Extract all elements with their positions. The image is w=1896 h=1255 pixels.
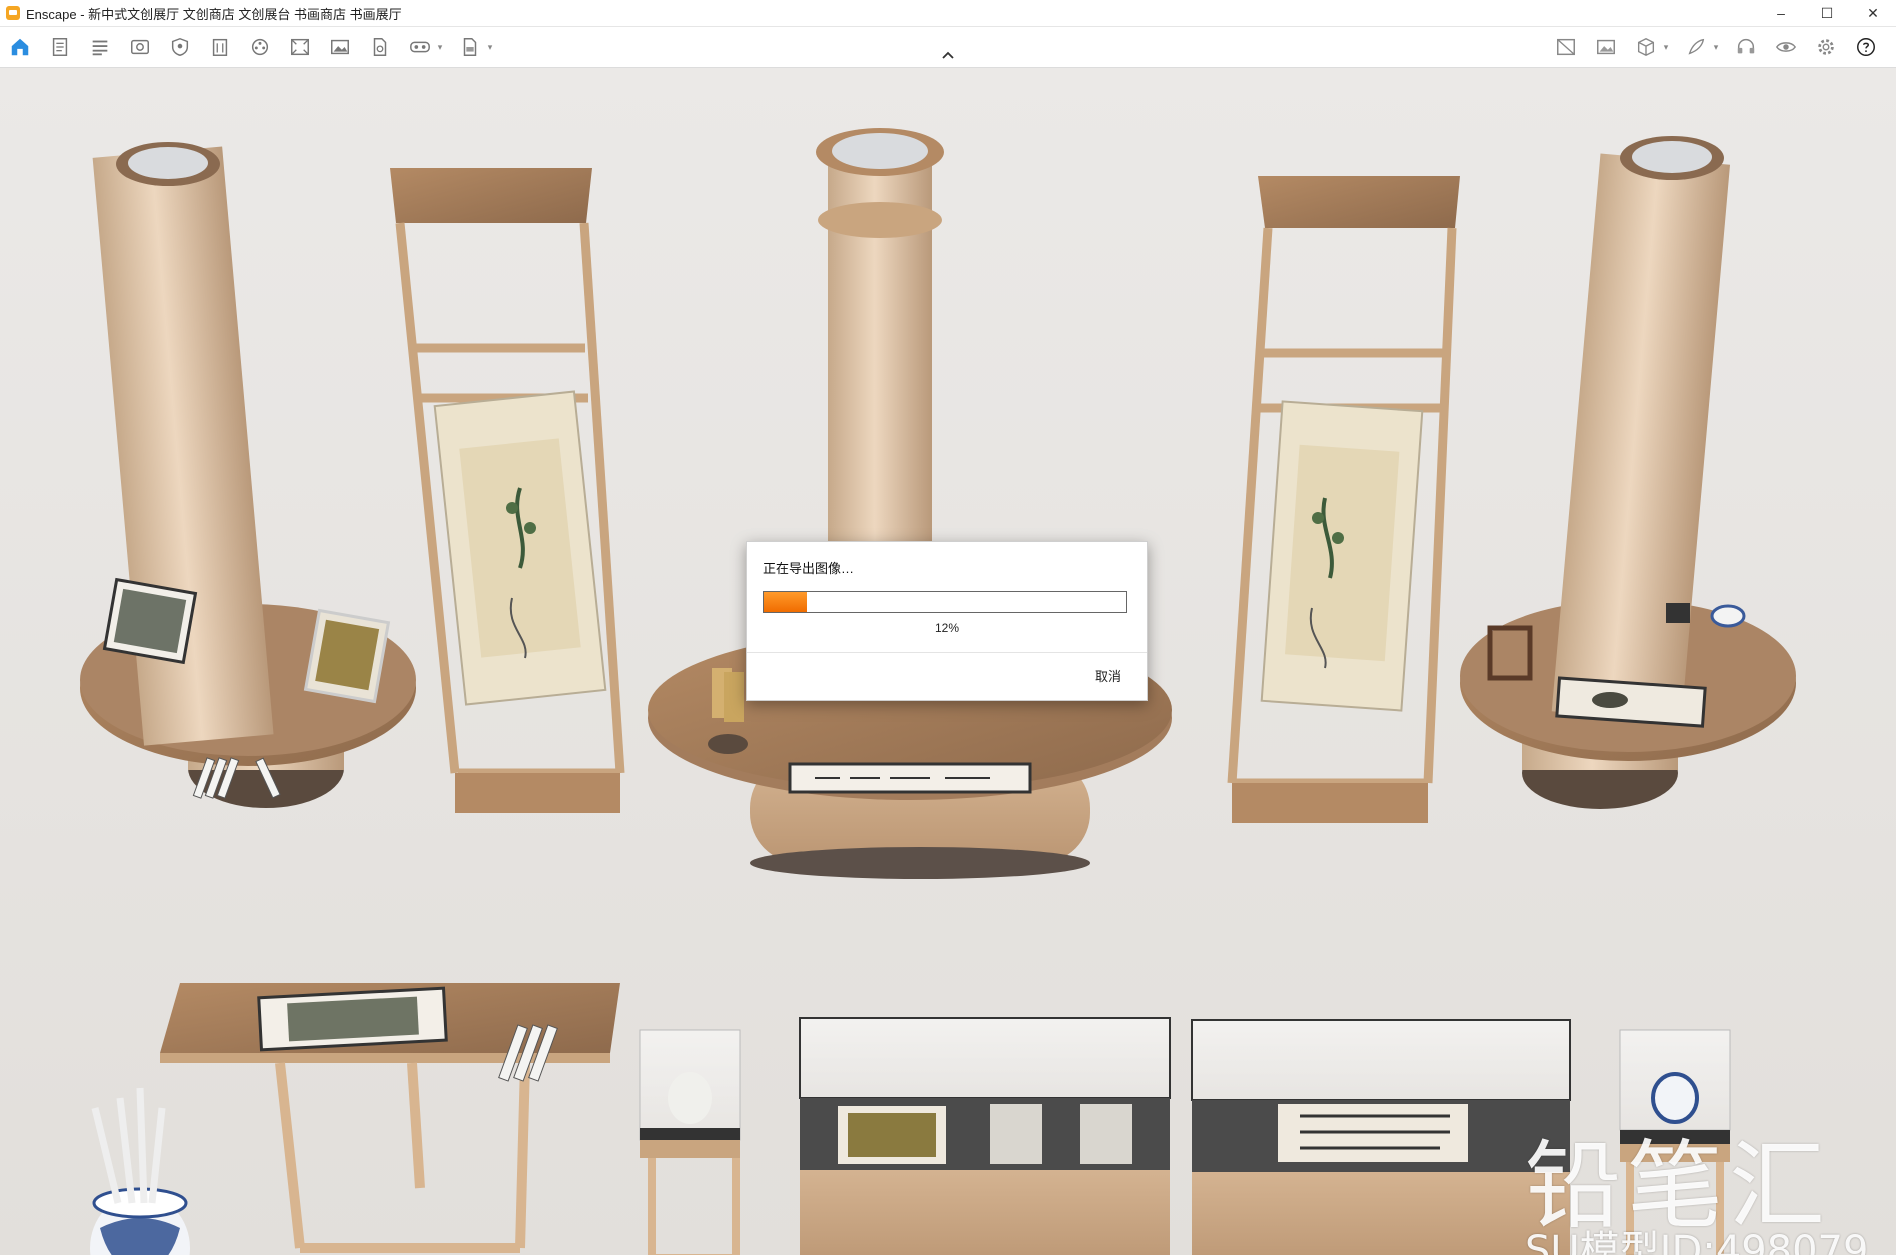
- home-icon: [11, 38, 29, 56]
- exe-file-icon: [463, 38, 477, 56]
- dialog-divider: [747, 652, 1147, 653]
- list-icon: [92, 40, 108, 56]
- vr-dropdown-chevron-icon[interactable]: ▾: [434, 33, 446, 61]
- headset-icon: [1737, 38, 1755, 54]
- window-title: Enscape - 新中式文创展厅 文创商店 文创展台 书画商店 书画展厅: [26, 6, 402, 22]
- gallery-button[interactable]: [1590, 33, 1622, 61]
- vr-headset-button[interactable]: [1730, 33, 1762, 61]
- document-button[interactable]: [44, 33, 76, 61]
- material-button[interactable]: [1680, 33, 1712, 61]
- progress-bar-fill: [764, 592, 808, 612]
- exe-export-button[interactable]: [454, 33, 486, 61]
- close-button[interactable]: ✕: [1850, 0, 1896, 26]
- toolbar-left-group: ▾ ▾: [4, 33, 504, 61]
- building-icon: [212, 38, 228, 56]
- export-file-icon: [373, 38, 387, 56]
- export-button[interactable]: [364, 33, 396, 61]
- gallery-icon: [1597, 39, 1615, 55]
- vr-360-button[interactable]: [404, 33, 436, 61]
- title-bar: Enscape - 新中式文创展厅 文创商店 文创展台 书画商店 书画展厅 – …: [0, 0, 1896, 27]
- image-icon: [331, 39, 349, 55]
- help-icon: [1857, 38, 1875, 56]
- feather-icon: [1688, 38, 1705, 55]
- export-progress-dialog: 正在导出图像… 12% 取消: [746, 541, 1148, 701]
- asset-dropdown-chevron-icon[interactable]: ▾: [1660, 33, 1672, 61]
- help-button[interactable]: [1850, 33, 1882, 61]
- enscape-logo-icon: [6, 6, 20, 20]
- video-button[interactable]: [244, 33, 276, 61]
- settings-icon: [1818, 39, 1834, 55]
- progress-bar: [763, 591, 1127, 613]
- view-button[interactable]: [124, 33, 156, 61]
- progress-percent-label: 12%: [934, 621, 960, 635]
- material-dropdown-chevron-icon[interactable]: ▾: [1710, 33, 1722, 61]
- exe-dropdown-chevron-icon[interactable]: ▾: [484, 33, 496, 61]
- settings-button[interactable]: [1810, 33, 1842, 61]
- window-controls: – ☐ ✕: [1758, 0, 1896, 26]
- shield-button[interactable]: [164, 33, 196, 61]
- building-button[interactable]: [204, 33, 236, 61]
- watermark-model-id: SU模型ID:498079: [1525, 1228, 1869, 1255]
- glass-display-case-2: [1191, 1019, 1571, 1255]
- collapse-toolbar-chevron-icon[interactable]: [938, 47, 958, 63]
- asset-library-button[interactable]: [1630, 33, 1662, 61]
- cancel-button[interactable]: 取消: [1095, 666, 1121, 685]
- visibility-icon: [1775, 42, 1797, 52]
- eye-view-icon: [131, 39, 149, 55]
- toolbar-right-group: ▾ ▾: [1550, 33, 1890, 61]
- minimize-button[interactable]: –: [1758, 0, 1804, 26]
- visibility-button[interactable]: [1770, 33, 1802, 61]
- shield-icon: [171, 37, 189, 57]
- capture-button[interactable]: [1550, 33, 1582, 61]
- screenshot-button[interactable]: [324, 33, 356, 61]
- dialog-title: 正在导出图像…: [763, 561, 855, 576]
- panorama-icon: [291, 38, 309, 56]
- home-button[interactable]: [4, 33, 36, 61]
- capture-icon: [1557, 38, 1575, 56]
- document-icon: [52, 38, 68, 56]
- panorama-button[interactable]: [284, 33, 316, 61]
- list-button[interactable]: [84, 33, 116, 61]
- glass-display-case-1: [799, 1017, 1171, 1255]
- film-reel-icon: [251, 38, 269, 56]
- cube-icon: [1637, 37, 1655, 57]
- vr-360-icon: [410, 41, 430, 53]
- maximize-button[interactable]: ☐: [1804, 0, 1850, 26]
